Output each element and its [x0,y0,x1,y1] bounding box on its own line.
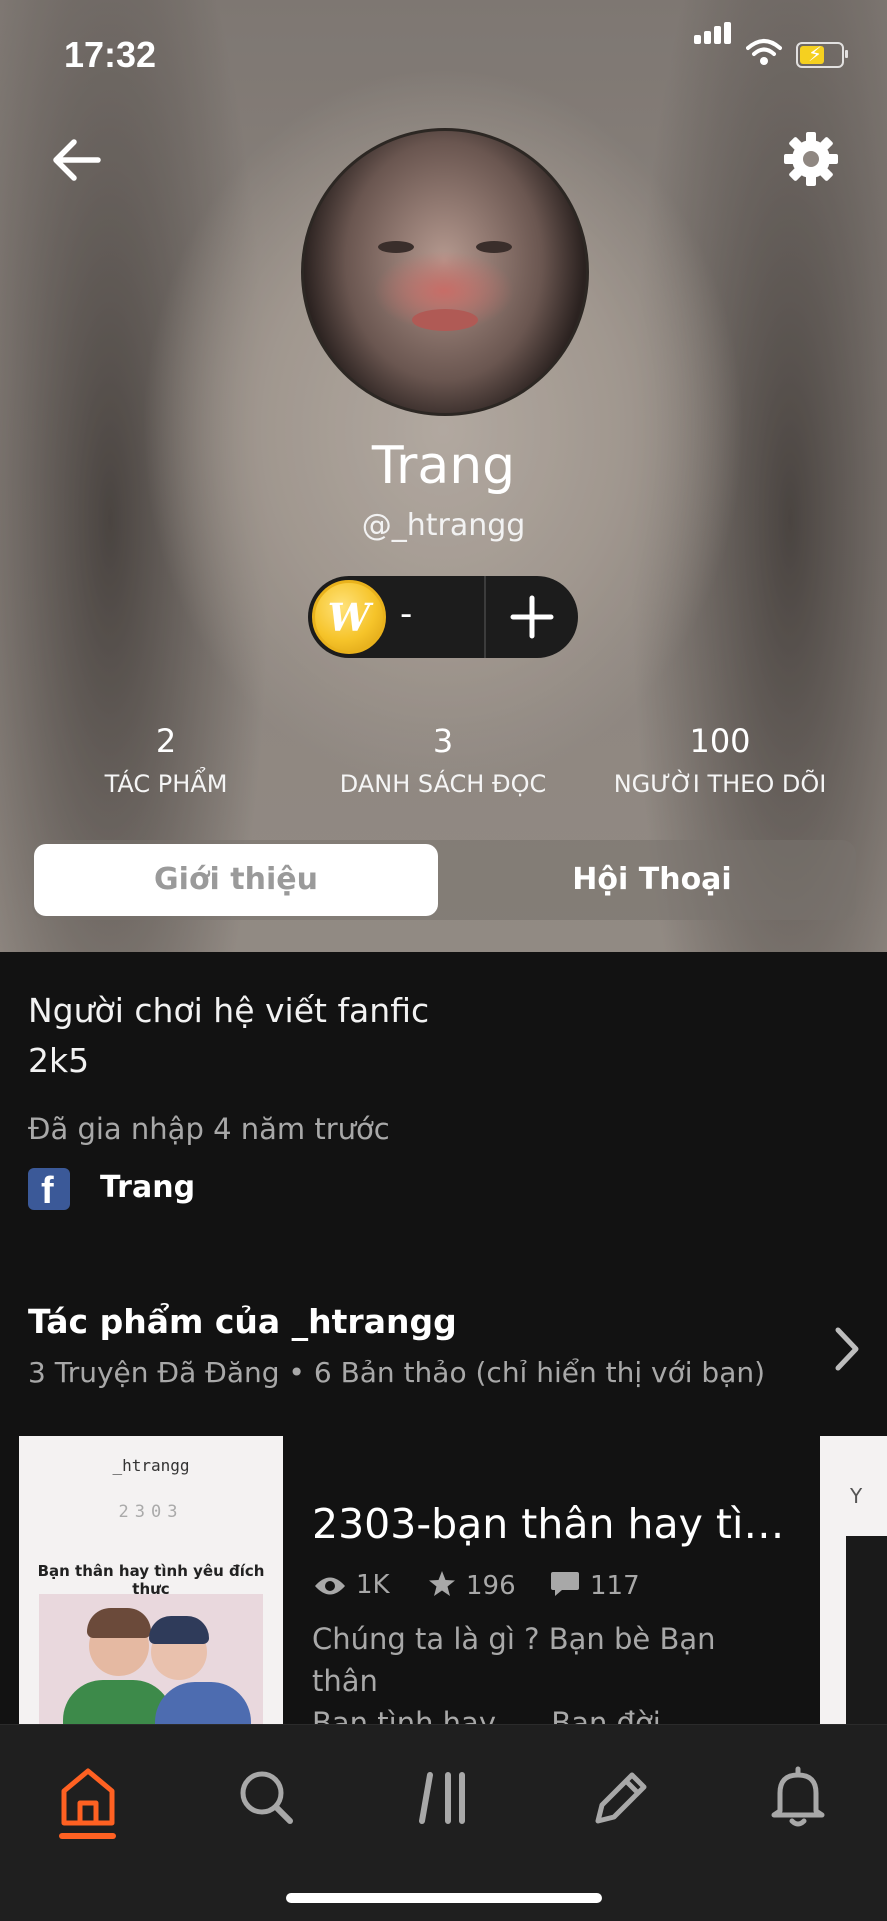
stat-reading-lists-label: DANH SÁCH ĐỌC [339,770,547,798]
cover-illustration [39,1594,263,1726]
profile-tabs: Giới thiệu Hội Thoại [32,840,856,920]
tab-about[interactable]: Giới thiệu [34,844,438,916]
stat-followers-count: 100 [689,722,751,760]
stat-followers[interactable]: 100 NGƯỜI THEO DÕI [572,722,868,798]
next-cover-letter: Y [850,1484,863,1508]
profile-header: 17:32 ⚡ Trang @_htrangg W - 2 TÁC PHẨM 3… [0,0,887,952]
home-indicator [286,1893,602,1903]
search-icon[interactable] [230,1761,302,1833]
home-icon[interactable] [52,1761,124,1833]
coin-balance: W - [308,576,578,658]
tab-conversations[interactable]: Hội Thoại [450,844,854,916]
status-time: 17:32 [64,34,157,75]
bio-line: 2k5 [28,1041,90,1080]
stat-reading-lists-count: 3 [432,722,454,760]
works-section-title[interactable]: Tác phẩm của _htrangg [28,1302,457,1341]
avatar[interactable] [301,128,589,416]
gear-icon[interactable] [782,130,840,188]
active-tab-indicator [59,1833,116,1839]
chevron-right-icon[interactable] [826,1324,866,1374]
back-arrow-icon[interactable] [48,132,104,188]
stat-reading-lists[interactable]: 3 DANH SÁCH ĐỌC [295,722,591,798]
library-icon[interactable] [408,1761,480,1833]
facebook-icon[interactable]: f [28,1168,70,1212]
comment-icon [551,1572,579,1596]
story-title[interactable]: 2303-bạn thân hay tì… [312,1500,782,1548]
story-description-line: Chúng ta là gì ? Bạn bè Bạn thân [312,1622,716,1698]
eye-icon [315,1577,345,1595]
joined-date: Đã gia nhập 4 năm trước [28,1112,390,1146]
bio: Người chơi hệ viết fanfic 2k5 [28,986,429,1086]
cover-author: _htrangg [112,1456,190,1475]
profile-handle: @_htrangg [361,508,526,543]
story-cover[interactable]: _htrangg 2303 Bạn thân hay tình yêu đích… [19,1436,283,1726]
bio-line: Người chơi hệ viết fanfic [28,991,430,1030]
cover-title: Bạn thân hay tình yêu đích thực [37,1562,265,1598]
facebook-link[interactable]: Trang [100,1170,195,1205]
cover-code: 2303 [118,1502,184,1522]
wifi-icon [746,39,782,65]
stat-works[interactable]: 2 TÁC PHẨM [18,722,314,798]
profile-name: Trang [371,436,516,496]
bottom-tab-bar [0,1724,887,1921]
coin-icon: W [312,580,386,654]
story-comments: 117 [590,1571,640,1601]
star-icon [429,1571,455,1596]
coin-value: - [400,594,413,634]
add-coins-button[interactable] [486,576,578,658]
status-bar: 17:32 ⚡ [0,22,887,80]
story-votes: 196 [466,1571,516,1601]
battery-icon: ⚡ [796,42,848,68]
story-views: 1K [356,1570,390,1600]
stat-followers-label: NGƯỜI THEO DÕI [613,770,827,798]
write-icon[interactable] [584,1761,656,1833]
notifications-icon[interactable] [762,1761,834,1833]
next-story-cover[interactable]: Y [820,1436,887,1726]
works-section-subtitle: 3 Truyện Đã Đăng • 6 Bản thảo (chỉ hiển … [28,1356,766,1389]
stat-works-label: TÁC PHẨM [104,770,228,798]
stat-works-count: 2 [155,722,177,760]
